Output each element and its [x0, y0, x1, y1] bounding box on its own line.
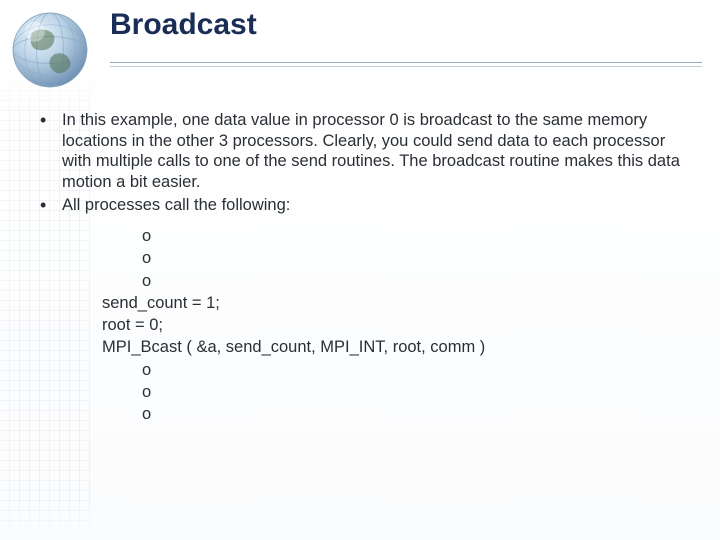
body-content: In this example, one data value in proce… [32, 110, 694, 426]
bullet-item: All processes call the following: [32, 195, 694, 216]
code-line: o [102, 359, 694, 381]
code-line: o [102, 247, 694, 269]
code-line: o [102, 403, 694, 425]
code-block: o o o send_count = 1; root = 0; MPI_Bcas… [102, 225, 694, 425]
code-line: o [102, 381, 694, 403]
bullet-text: In this example, one data value in proce… [62, 111, 680, 191]
code-line: root = 0; [102, 314, 694, 336]
globe-icon [8, 8, 92, 92]
slide-title: Broadcast [110, 8, 257, 42]
bullet-list: In this example, one data value in proce… [32, 110, 694, 215]
bullet-text: All processes call the following: [62, 196, 290, 214]
code-line: o [102, 270, 694, 292]
bullet-item: In this example, one data value in proce… [32, 110, 694, 193]
slide: Broadcast In this example, one data valu… [0, 0, 720, 540]
title-divider [110, 62, 702, 72]
code-line: MPI_Bcast ( &a, send_count, MPI_INT, roo… [102, 336, 694, 358]
header: Broadcast [0, 0, 720, 95]
code-line: send_count = 1; [102, 292, 694, 314]
code-line: o [102, 225, 694, 247]
